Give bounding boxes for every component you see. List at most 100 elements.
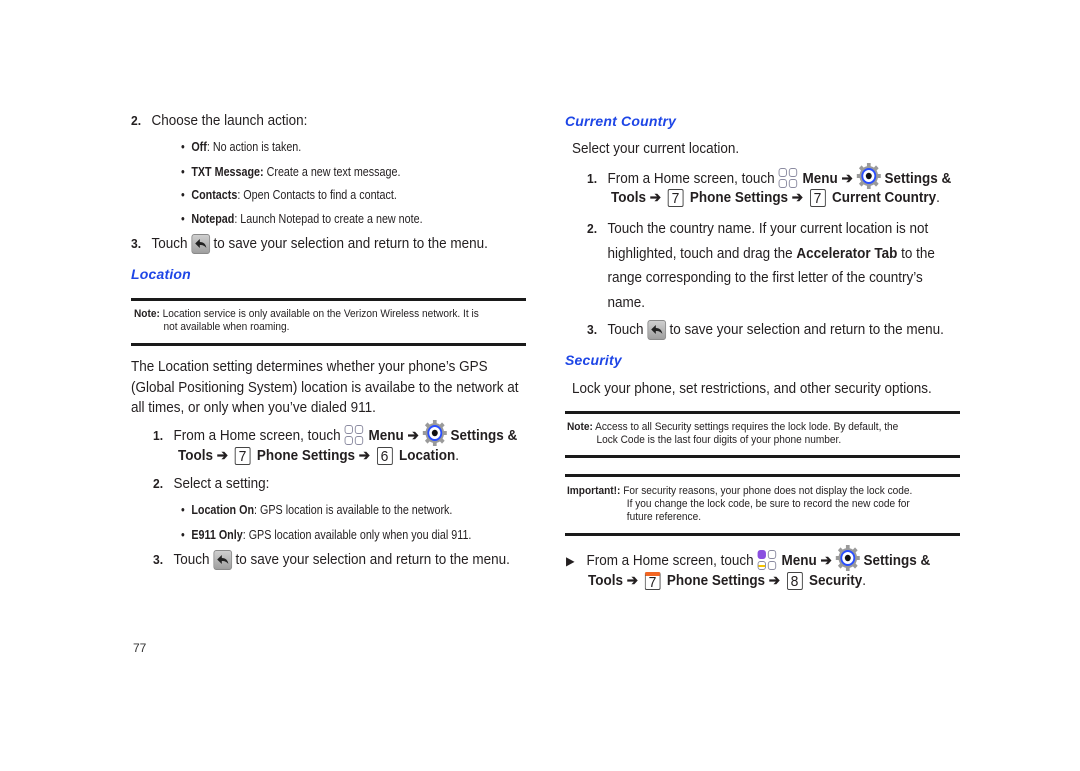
country-step-1-cont: Tools ➔ 7 Phone Settings ➔ 7 Current Cou… <box>611 188 940 208</box>
keypad-key-icon[interactable]: 7 <box>667 189 684 208</box>
back-arrow-icon[interactable] <box>213 550 232 571</box>
menu-grid-icon[interactable] <box>778 168 798 190</box>
location-note: Note: Location service is only available… <box>134 308 497 334</box>
target-label: Location <box>399 448 456 464</box>
arrow-icon: ➔ <box>649 190 662 206</box>
accelerator-tab-label: Accelerator Tab <box>796 245 898 262</box>
arrow-icon: ➔ <box>626 573 639 589</box>
security-note: Note: Access to all Security settings re… <box>567 421 930 447</box>
location-step-2: 2. Select a setting: <box>153 474 269 494</box>
bullet: • <box>181 528 185 542</box>
menu-label[interactable]: Menu <box>369 428 404 444</box>
intro-line: (Global Positioning System) location is … <box>131 379 519 396</box>
option-desc: Launch Notepad to create a new note. <box>240 212 423 226</box>
location-intro: The Location setting determines whether … <box>131 357 519 419</box>
launch-step-2: 2. Choose the launch action: <box>131 111 499 131</box>
location-option-on: • Location On: GPS location is available … <box>181 502 452 518</box>
note-label: Note: <box>567 421 593 433</box>
phone-settings-label: Phone Settings <box>256 448 356 464</box>
step-text: to save your selection and return to the… <box>669 322 944 338</box>
important-label: Important!: <box>567 485 621 497</box>
option-desc: Open Contacts to find a contact. <box>243 188 397 202</box>
option-label: TXT Message: <box>191 165 264 179</box>
step-number: 2. <box>587 221 598 236</box>
location-step-3: 3. Touch to save your selection and retur… <box>153 550 510 571</box>
important-line: future reference. <box>626 511 702 523</box>
note-top-rule <box>131 298 526 301</box>
settings-label: Settings & <box>863 552 931 569</box>
arrow-icon: ➔ <box>216 448 229 464</box>
option-label: Location On <box>191 503 255 517</box>
current-country-heading: Current Country <box>565 113 677 129</box>
step-text: to save your selection and return to the… <box>213 236 488 252</box>
period: . <box>936 190 940 206</box>
keypad-key-icon[interactable]: 7 <box>809 189 826 208</box>
option-desc: GPS location is available to the network… <box>260 503 453 517</box>
target-label: Current Country <box>832 190 937 206</box>
play-bullet-icon: ▶ <box>566 553 575 568</box>
step-text: Select a setting: <box>173 476 270 492</box>
launch-option-off: • Off: No action is taken. <box>181 139 301 155</box>
step-number: 3. <box>153 552 164 567</box>
launch-option-contacts: • Contacts: Open Contacts to find a conta… <box>181 187 397 203</box>
note-line: Lock Code is the last four digits of you… <box>596 434 842 446</box>
step-number: 3. <box>131 236 142 251</box>
step-text: Touch the country name. If your current … <box>607 221 929 237</box>
keypad-key-icon[interactable]: 6 <box>376 447 393 466</box>
keypad-key-icon[interactable]: 7 <box>644 572 661 591</box>
launch-step-3: 3. Touch to save your selection and retur… <box>131 234 499 255</box>
tools-label: Tools <box>611 190 646 206</box>
bullet: • <box>181 503 185 517</box>
launch-option-notepad: • Notepad: Launch Notepad to create a new… <box>181 211 423 227</box>
step-text: to the <box>897 245 935 262</box>
intro-line: all times, or only when you’ve dialed 91… <box>131 400 376 416</box>
option-desc: GPS location available only when you dia… <box>248 528 472 542</box>
menu-grid-icon[interactable] <box>344 425 364 447</box>
note-line: Location service is only available on th… <box>162 308 479 320</box>
arrow-icon: ➔ <box>841 170 853 187</box>
settings-label: Settings & <box>884 170 952 187</box>
menu-label[interactable]: Menu <box>782 553 817 569</box>
arrow-icon: ➔ <box>820 552 832 569</box>
important-line: For security reasons, your phone does no… <box>623 485 913 497</box>
bullet: • <box>181 140 185 154</box>
target-label: Security <box>809 573 863 589</box>
step-text: Touch <box>607 322 644 338</box>
option-desc: No action is taken. <box>212 140 302 154</box>
step-number: 1. <box>153 427 164 443</box>
note-bottom-rule <box>565 455 960 458</box>
back-arrow-icon[interactable] <box>647 320 666 341</box>
security-important: Important!: For security reasons, your p… <box>567 485 935 524</box>
option-desc: Create a new text message. <box>266 165 401 179</box>
option-label: E911 Only <box>191 528 243 542</box>
bullet: • <box>181 165 185 179</box>
period: . <box>455 448 459 464</box>
security-intro: Lock your phone, set restrictions, and o… <box>572 381 932 397</box>
step-number: 2. <box>131 113 142 128</box>
step-text: to save your selection and return to the… <box>235 552 510 568</box>
menu-label[interactable]: Menu <box>803 171 838 187</box>
step-number: 3. <box>587 322 598 337</box>
option-label: Off <box>191 140 207 154</box>
arrow-icon: ➔ <box>791 190 804 206</box>
step-text: From a Home screen, touch <box>173 427 341 444</box>
step-text: name. <box>607 294 645 311</box>
step-text: From a Home screen, touch <box>607 170 775 187</box>
step-text: range corresponding to the first letter … <box>607 270 923 286</box>
location-step-1-cont: Tools ➔ 7 Phone Settings ➔ 6 Location. <box>178 446 459 466</box>
step-text: From a Home screen, touch <box>586 552 754 569</box>
note-line: Access to all Security settings requires… <box>595 421 899 433</box>
arrow-icon: ➔ <box>768 573 781 589</box>
phone-settings-label: Phone Settings <box>689 190 789 206</box>
tools-label: Tools <box>588 573 623 589</box>
menu-grid-icon[interactable] <box>757 550 777 572</box>
keypad-key-icon[interactable]: 8 <box>786 572 803 591</box>
bullet: • <box>181 188 185 202</box>
note-top-rule <box>565 411 960 414</box>
keypad-key-icon[interactable]: 7 <box>234 447 251 466</box>
location-heading: Location <box>131 266 191 282</box>
back-arrow-icon[interactable] <box>191 234 210 255</box>
period: . <box>862 573 866 589</box>
option-label: Contacts <box>191 188 238 202</box>
note-line: not available when roaming. <box>163 321 290 333</box>
